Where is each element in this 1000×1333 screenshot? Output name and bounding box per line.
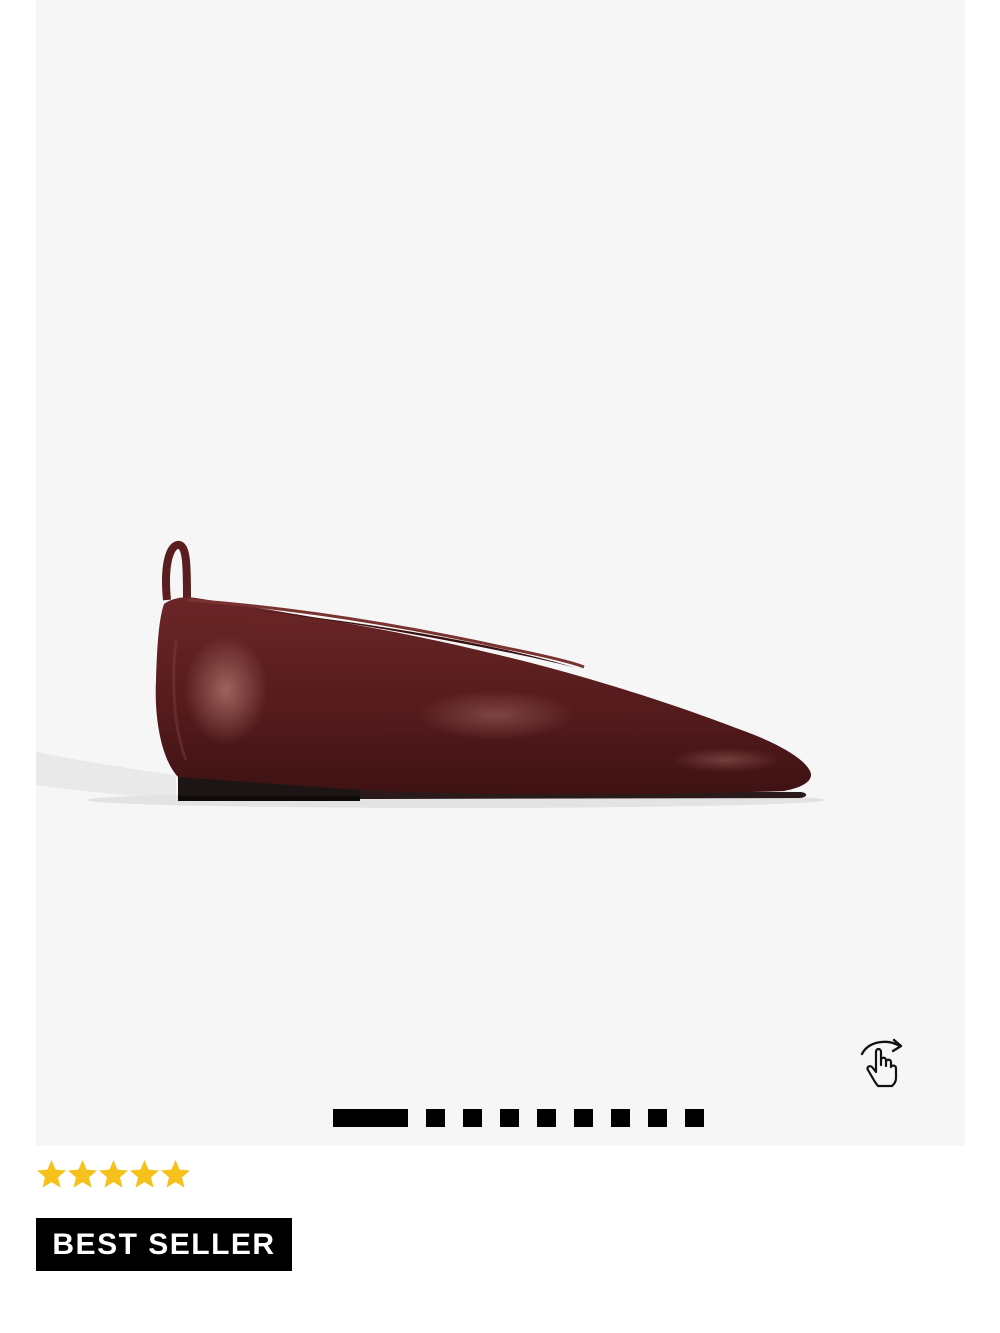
carousel-pagination bbox=[333, 1109, 704, 1127]
best-seller-badge: BEST SELLER bbox=[36, 1218, 292, 1271]
carousel-dot[interactable] bbox=[611, 1109, 630, 1127]
carousel-dot[interactable] bbox=[685, 1109, 704, 1127]
star-icon bbox=[99, 1160, 128, 1188]
product-image bbox=[36, 541, 826, 808]
carousel-dot[interactable] bbox=[463, 1109, 482, 1127]
carousel-dot[interactable] bbox=[426, 1109, 445, 1127]
carousel-dot[interactable] bbox=[648, 1109, 667, 1127]
rating-stars bbox=[36, 1158, 191, 1192]
carousel-dot[interactable] bbox=[537, 1109, 556, 1127]
carousel-dot[interactable] bbox=[574, 1109, 593, 1127]
carousel-dot[interactable] bbox=[333, 1109, 408, 1127]
star-icon bbox=[161, 1160, 190, 1188]
star-icon bbox=[130, 1160, 159, 1188]
star-icon bbox=[68, 1160, 97, 1188]
product-image-gallery[interactable] bbox=[36, 0, 965, 1146]
carousel-dot[interactable] bbox=[500, 1109, 519, 1127]
star-icon bbox=[37, 1160, 66, 1188]
touch-rotate-icon[interactable] bbox=[856, 1036, 908, 1092]
